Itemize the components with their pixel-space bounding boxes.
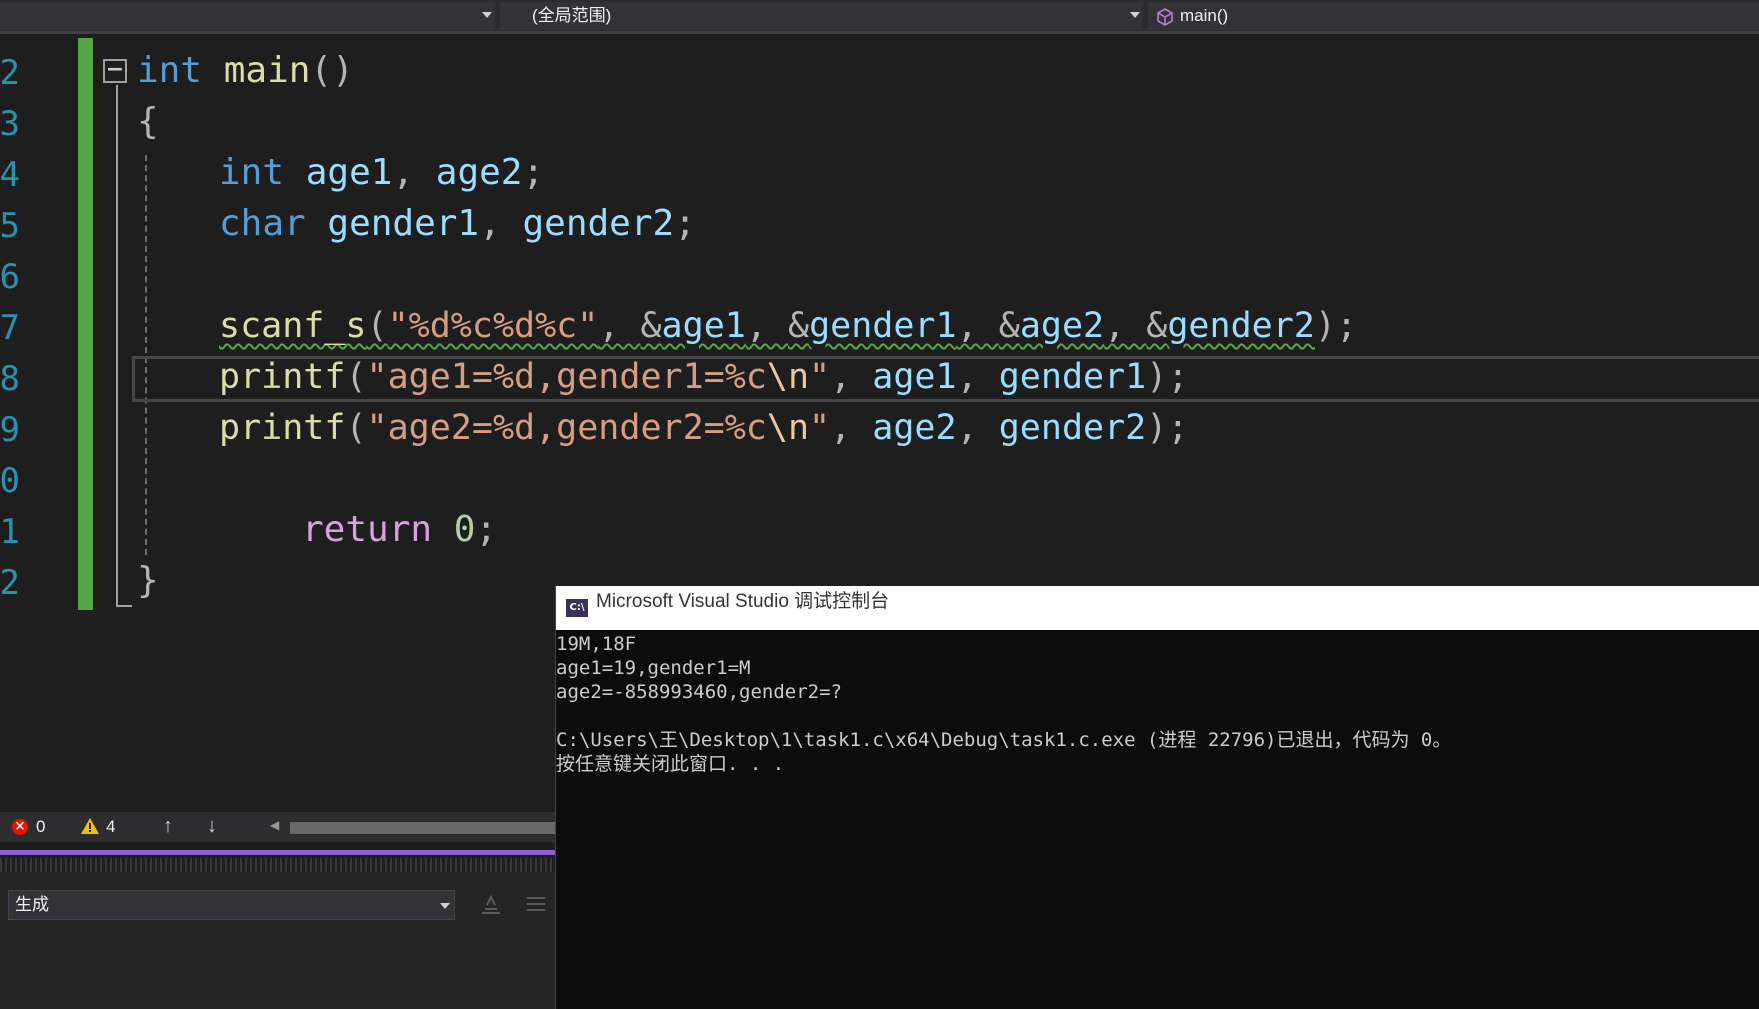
output-source-arrow-icon[interactable] <box>440 903 450 909</box>
scope-combo[interactable]: (全局范围) <box>500 2 1142 30</box>
output-source-select[interactable]: 生成 <box>8 890 455 920</box>
console-title: Microsoft Visual Studio 调试控制台 <box>596 591 890 612</box>
collapse-icon[interactable]: − <box>103 59 127 83</box>
console-line: 按任意键关闭此窗口. . . <box>556 753 785 775</box>
project-combo[interactable] <box>0 2 495 30</box>
arrow-up-icon[interactable]: ↑ <box>163 815 173 838</box>
console-title-bar[interactable]: C:\ Microsoft Visual Studio 调试控制台 <box>556 586 1759 630</box>
line-number: 3 <box>0 104 20 144</box>
code-line: return 0; <box>302 509 498 550</box>
line-number: 9 <box>0 410 20 450</box>
line-number: 8 <box>0 359 20 399</box>
output-panel-accent <box>0 850 555 855</box>
line-number: 4 <box>0 155 20 195</box>
error-count[interactable]: 0 <box>36 817 45 837</box>
navigation-bar: (全局范围) main() <box>0 0 1759 34</box>
horizontal-scrollbar[interactable] <box>290 822 555 834</box>
warning-count[interactable]: 4 <box>106 817 115 837</box>
code-line: printf("age2=%d,gender2=%c\n", age2, gen… <box>219 408 1189 448</box>
line-number: 6 <box>0 257 20 297</box>
code-line: { <box>137 101 159 142</box>
scope-combo-arrow-icon[interactable] <box>1130 12 1140 18</box>
line-number: 0 <box>0 461 20 501</box>
console-app-icon: C:\ <box>566 599 588 617</box>
member-combo[interactable]: main() <box>1148 2 1759 30</box>
indent-guide <box>145 155 147 555</box>
console-line: age1=19,gender1=M <box>556 657 751 679</box>
arrow-down-icon[interactable]: ↓ <box>207 815 217 838</box>
line-number: 2 <box>0 563 20 603</box>
debug-console-window[interactable]: C:\ Microsoft Visual Studio 调试控制台 19M,18… <box>555 586 1759 1009</box>
code-line: int age1, age2; <box>219 152 545 193</box>
error-icon[interactable]: × <box>12 819 28 835</box>
cube-icon <box>1157 8 1173 26</box>
code-line: printf("age1=%d,gender1=%c\n", age1, gen… <box>219 357 1189 397</box>
code-line: } <box>137 560 159 601</box>
word-wrap-icon[interactable] <box>525 893 547 915</box>
line-number: 5 <box>0 206 20 246</box>
code-line: char gender1, gender2; <box>219 203 696 244</box>
console-line: C:\Users\王\Desktop\1\task1.c\x64\Debug\t… <box>556 729 1452 751</box>
code-line: scanf_s("%d%c%d%c", &age1, &gender1, &ag… <box>219 306 1358 346</box>
console-line: 19M,18F <box>556 633 637 655</box>
console-output: 19M,18F age1=19,gender1=M age2=-858993460,… <box>556 632 1451 776</box>
code-line: int main() <box>137 50 354 91</box>
line-number: 1 <box>0 512 20 552</box>
editor-status-strip: × 0 4 ↑ ↓ ◀ <box>0 812 555 842</box>
fold-guide <box>116 85 118 607</box>
line-number: 7 <box>0 308 20 348</box>
panel-grip[interactable] <box>0 858 555 872</box>
warning-icon[interactable] <box>80 817 100 835</box>
project-combo-arrow-icon[interactable] <box>482 12 492 18</box>
clear-output-icon[interactable] <box>480 893 502 915</box>
scroll-left-icon[interactable]: ◀ <box>270 818 279 832</box>
change-tracking-bar <box>78 38 93 610</box>
console-line: age2=-858993460,gender2=? <box>556 681 842 703</box>
fold-guide-end <box>116 605 132 607</box>
line-number: 2 <box>0 53 20 93</box>
